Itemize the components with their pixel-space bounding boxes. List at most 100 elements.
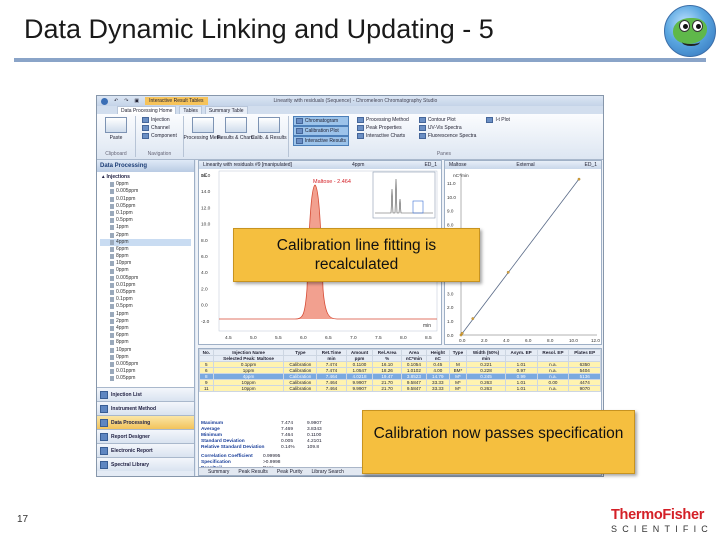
save-icon[interactable]: ▣ — [134, 98, 139, 104]
calibration-y-tick: 0.0 — [447, 333, 454, 338]
context-tab[interactable]: Interactive Result Tables — [145, 97, 208, 105]
title-divider — [14, 58, 706, 62]
sidebar-nav-label: Electronic Report — [111, 447, 153, 454]
pane-processing-method-button[interactable]: Processing Method — [355, 116, 411, 124]
pane-calibration-plot-button[interactable]: Calibration Plot — [292, 126, 349, 136]
calibration-point[interactable] — [460, 331, 464, 335]
calibration-point[interactable] — [471, 317, 475, 320]
injection-item[interactable]: 0.5ppm — [100, 217, 191, 224]
injection-item[interactable]: 2ppm — [100, 318, 191, 325]
calibration-channel: ED_1 — [584, 162, 597, 168]
calibration-x-tick: 8.0 — [547, 338, 554, 343]
sidebar-nav-item[interactable]: Data Processing — [97, 415, 194, 429]
pane-fluorescence-spectra-button[interactable]: Fluorescence Spectra — [417, 132, 479, 140]
injection-item[interactable]: 0ppm — [100, 181, 191, 188]
sheet-tab[interactable]: Library Search — [308, 468, 347, 475]
injection-item[interactable]: 2ppm — [100, 232, 191, 239]
injection-item[interactable]: 0.05ppm — [100, 289, 191, 296]
injection-label: 0.05ppm — [116, 202, 136, 209]
tab-tables[interactable]: Tables — [179, 106, 202, 114]
pane-peak-properties-button[interactable]: Peak Properties — [355, 124, 411, 132]
injection-label: 2ppm — [116, 317, 129, 324]
injection-label: 2ppm — [116, 231, 129, 238]
injection-item[interactable]: 0.1ppm — [100, 210, 191, 217]
injection-item[interactable]: 6ppm — [100, 246, 191, 253]
chromatogram-overview[interactable] — [372, 171, 436, 219]
injection-item[interactable]: 6ppm — [100, 332, 191, 339]
injection-item[interactable]: 1ppm — [100, 311, 191, 318]
injection-item[interactable]: 0ppm — [100, 267, 191, 274]
injection-icon — [110, 369, 114, 375]
chromatogram-y-tick: -2.0 — [201, 319, 210, 325]
injection-item[interactable]: 0.005ppm — [100, 188, 191, 195]
layout-processing-method-button[interactable]: Processing Meth. — [184, 116, 222, 142]
injection-item[interactable]: 0.1ppm — [100, 296, 191, 303]
injection-label: 0.005ppm — [116, 274, 139, 281]
injection-item[interactable]: 8ppm — [100, 339, 191, 346]
injection-item[interactable]: 10ppm — [100, 260, 191, 267]
layout-calib-results-button[interactable]: Calib. & Results — [251, 116, 287, 142]
chromatogram-x-tick: 5.0 — [250, 335, 257, 341]
sidebar-nav-item[interactable]: Spectral Library — [97, 457, 194, 471]
injection-item[interactable]: 0.01ppm — [100, 196, 191, 203]
sidebar-nav-item[interactable]: Injection List — [97, 387, 194, 401]
layout-results-charts-button[interactable]: Results & Charts — [217, 116, 255, 142]
nav-item-icon — [100, 460, 108, 469]
nav-component-button[interactable]: Component — [140, 132, 179, 140]
sidebar-nav-item[interactable]: Report Designer — [97, 429, 194, 443]
injection-item[interactable]: 10ppm — [100, 347, 191, 354]
table-cell: 1.01 — [504, 385, 538, 392]
redo-icon[interactable]: ↷ — [124, 98, 128, 104]
slide-title: Data Dynamic Linking and Updating - 5 — [24, 14, 494, 44]
injection-item[interactable]: 0.005ppm — [100, 275, 191, 282]
paste-button[interactable]: Paste — [101, 116, 131, 142]
injection-item[interactable]: 0.5ppm — [100, 303, 191, 310]
injection-label: 0ppm — [116, 181, 129, 188]
injection-item[interactable]: 0ppm — [100, 354, 191, 361]
table-cell: 11 — [199, 385, 214, 392]
injection-item[interactable]: 4ppm — [100, 325, 191, 332]
injections-node[interactable]: ▴ Injections — [100, 174, 191, 181]
injection-item[interactable]: 0.05ppm — [100, 375, 191, 382]
layout-icon — [257, 117, 280, 133]
sheet-tab[interactable]: Peak Results — [235, 468, 270, 475]
channel-icon — [142, 125, 149, 131]
tab-summary-table[interactable]: Summary Table — [204, 106, 248, 114]
undo-icon[interactable]: ↶ — [114, 98, 118, 104]
injection-item[interactable]: 0.005ppm — [100, 361, 191, 368]
injection-item[interactable]: 0.01ppm — [100, 368, 191, 375]
calibration-point[interactable] — [506, 270, 510, 274]
sheet-tab[interactable]: Peak Purity — [274, 468, 306, 475]
injection-item[interactable]: 8ppm — [100, 253, 191, 260]
pane-it-plot-button[interactable]: I-t Plot — [484, 116, 511, 124]
injection-item[interactable]: 4ppm — [100, 238, 191, 246]
sidebar-nav-label: Spectral Library — [111, 461, 150, 468]
app-menu-icon[interactable] — [101, 97, 108, 105]
sheet-tab[interactable]: Summary — [205, 468, 232, 475]
injection-item[interactable]: 0.05ppm — [100, 203, 191, 210]
injection-label: 0.05ppm — [116, 289, 136, 295]
nav-channel-button[interactable]: Channel — [140, 124, 179, 132]
injection-icon — [110, 203, 114, 209]
sidebar-nav-label: Data Processing — [111, 419, 151, 426]
tab-data-processing-home[interactable]: Data Processing Home — [117, 106, 177, 114]
results-column-unit: Selected Peak: Maltose — [212, 355, 285, 362]
injection-item[interactable]: 0.01ppm — [100, 282, 191, 289]
pane-uvvis-spectra-button[interactable]: UV-Vis Spectra — [417, 124, 479, 132]
sidebar-nav-item[interactable]: Electronic Report — [97, 443, 194, 457]
table-row[interactable]: 11 10ppm Calibration 7.464 9.9907 21.70 9.5847… — [199, 385, 601, 392]
nav-injection-button[interactable]: Injection — [140, 116, 179, 124]
pane-interactive-results-button[interactable]: Interactive Results — [292, 136, 349, 146]
injection-icon — [110, 376, 114, 382]
calibration-point[interactable] — [577, 177, 581, 181]
injection-icon — [110, 333, 114, 339]
injection-icon — [110, 311, 114, 317]
injection-label: 0.1ppm — [116, 209, 133, 216]
injection-item[interactable]: 1ppm — [100, 224, 191, 231]
pane-contour-plot-button[interactable]: Contour Plot — [417, 116, 479, 124]
sidebar-nav-item[interactable]: Instrument Method — [97, 401, 194, 415]
results-table[interactable]: No. Injection Name Type Ret.Time Amount Rel.A… — [199, 349, 601, 392]
pane-interactive-charts-button[interactable]: Interactive Charts — [355, 132, 411, 140]
pane-chromatogram-button[interactable]: Chromatogram — [292, 116, 349, 126]
injection-label: 0.005ppm — [116, 188, 139, 195]
